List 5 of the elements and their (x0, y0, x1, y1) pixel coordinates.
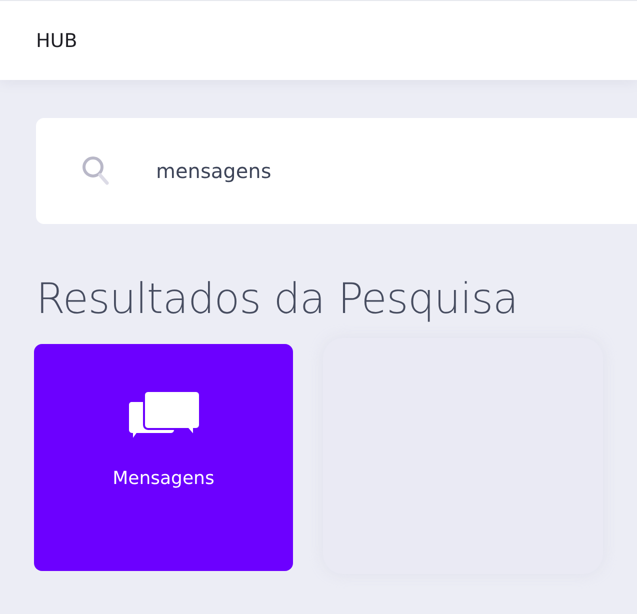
search-field[interactable]: mensagens (156, 159, 556, 183)
search-icon (82, 156, 110, 186)
section-heading: Resultados da Pesquisa (36, 274, 519, 324)
result-card[interactable]: Mensagens (34, 344, 293, 571)
app-title: HUB (36, 30, 78, 52)
